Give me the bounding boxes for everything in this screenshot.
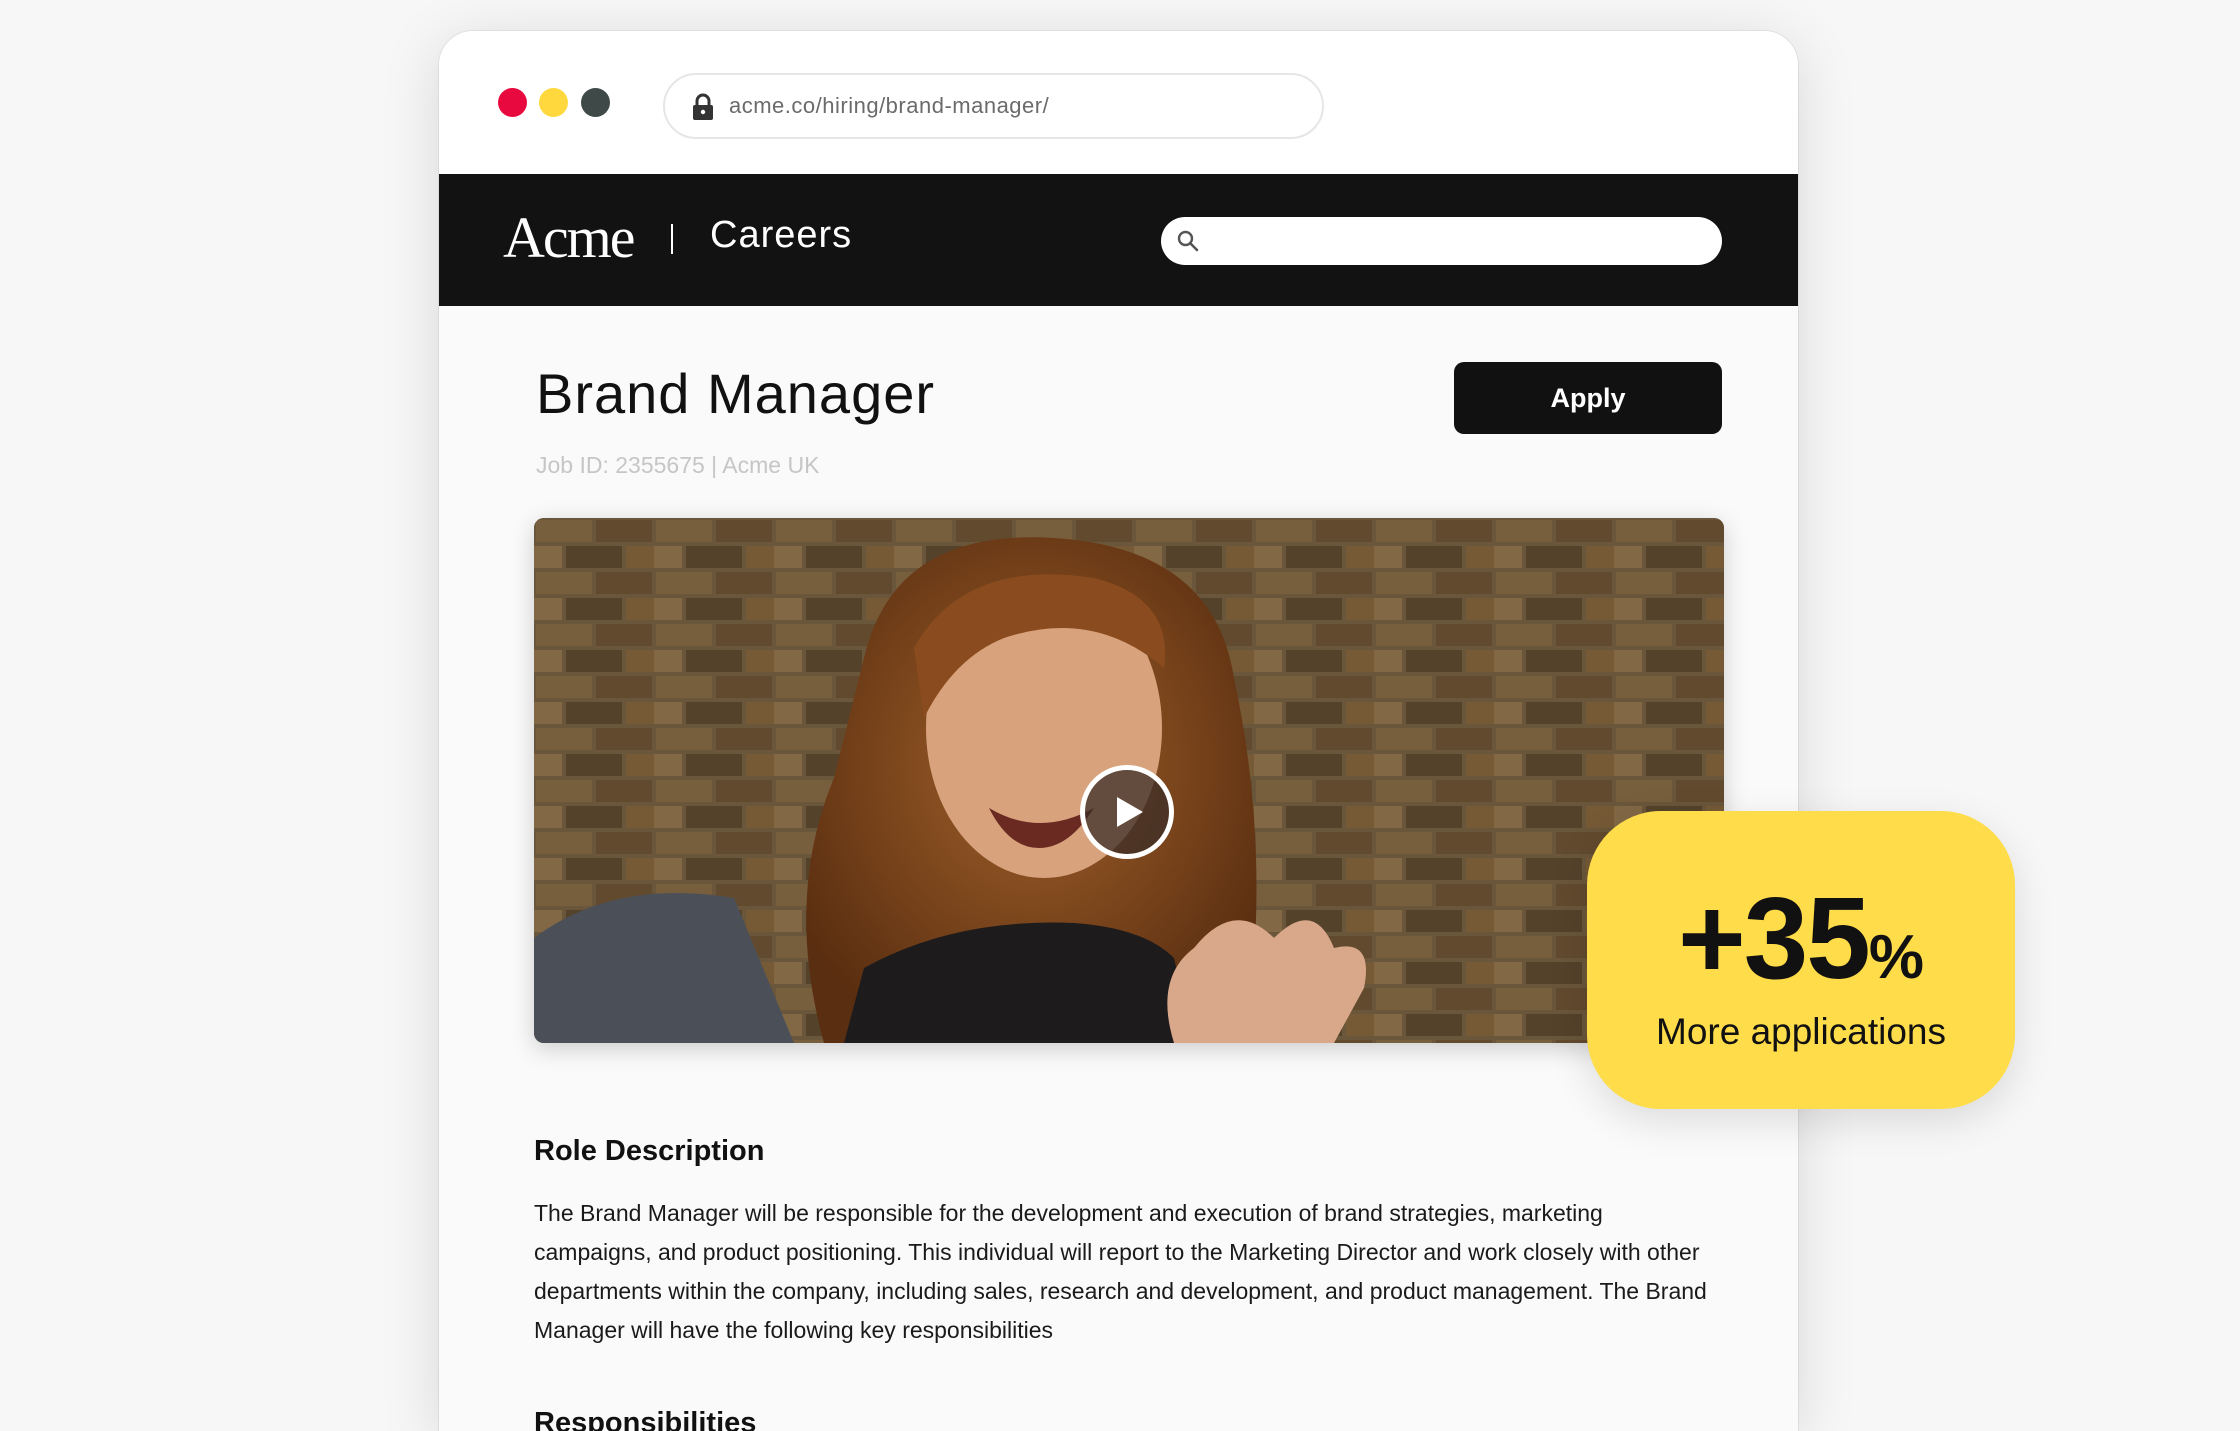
job-meta: Job ID: 2355675 | Acme UK (536, 452, 820, 478)
header-divider (671, 224, 673, 254)
role-description-text: The Brand Manager will be responsible fo… (534, 1200, 1707, 1343)
careers-link[interactable]: Careers (710, 214, 852, 257)
stat-label: More applications (1656, 1011, 1946, 1052)
close-window-button[interactable] (498, 88, 527, 117)
stat-badge: +35% More applications (1587, 811, 2015, 1109)
stat-unit: % (1868, 923, 1924, 992)
minimize-window-button[interactable] (539, 88, 568, 117)
responsibilities-heading: Responsibilities (534, 1407, 757, 1431)
browser-window: acme.co/hiring/brand-manager/ Acme Caree… (439, 31, 1798, 1431)
site-header: Acme Careers (439, 174, 1798, 306)
search-icon (1177, 230, 1199, 252)
job-title: Brand Manager (536, 362, 936, 425)
apply-button[interactable]: Apply (1454, 362, 1722, 434)
search-input[interactable] (1161, 217, 1722, 265)
maximize-window-button[interactable] (581, 88, 610, 117)
stat-value: +35% (1587, 871, 2015, 1005)
url-text: acme.co/hiring/brand-manager/ (729, 93, 1050, 118)
play-icon (1117, 797, 1143, 827)
acme-logo[interactable]: Acme (503, 204, 635, 271)
job-video[interactable] (534, 518, 1724, 1043)
role-description-heading: Role Description (534, 1135, 765, 1167)
address-bar[interactable]: acme.co/hiring/brand-manager/ (663, 73, 1324, 139)
lock-icon (693, 93, 713, 120)
play-button[interactable] (1080, 765, 1174, 859)
stat-number: +35 (1678, 873, 1871, 1003)
browser-toolbar: acme.co/hiring/brand-manager/ (439, 31, 1798, 174)
